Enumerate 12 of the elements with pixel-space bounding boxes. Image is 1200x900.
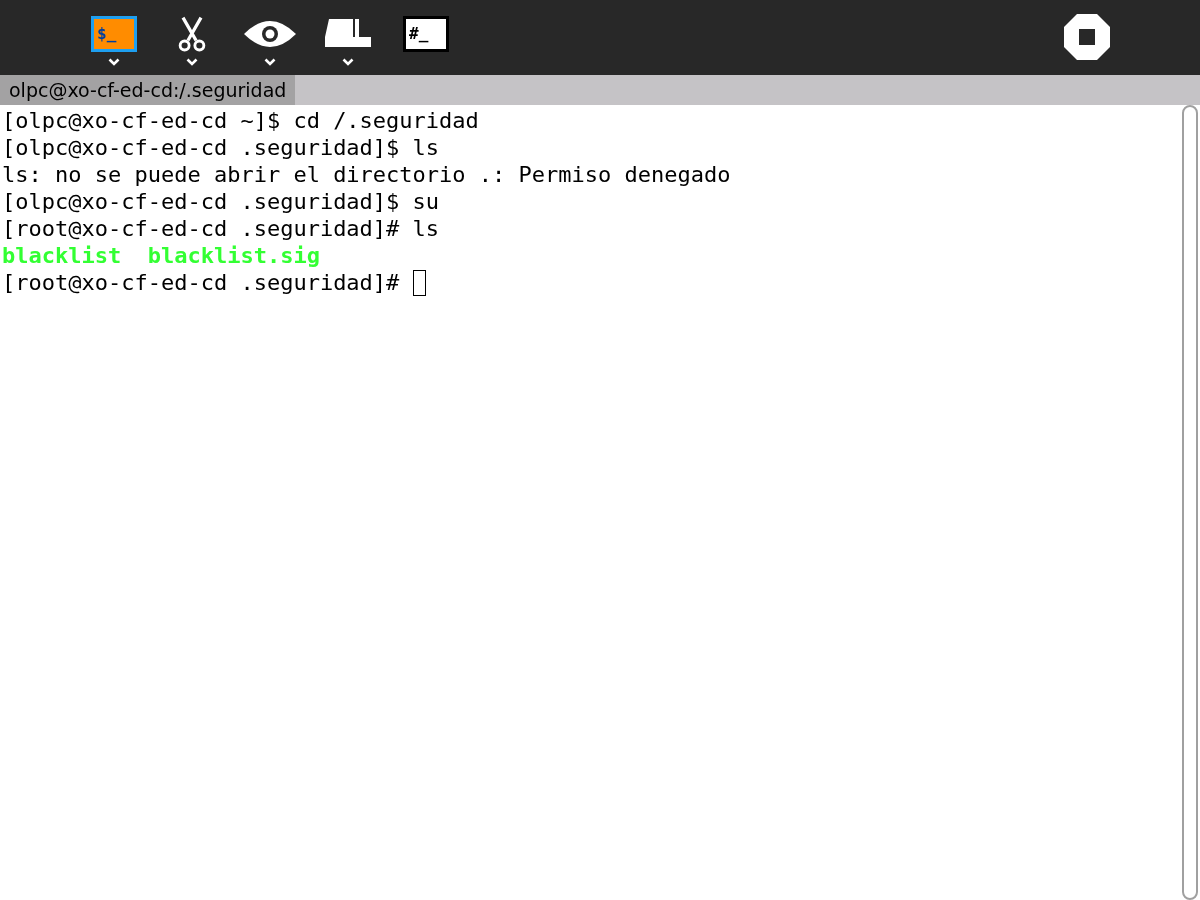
terminal-line: [olpc@xo-cf-ed-cd ~]$ cd /.seguridad (2, 107, 479, 134)
terminal-line: [root@xo-cf-ed-cd .seguridad]# (2, 269, 401, 296)
terminal-line: [olpc@xo-cf-ed-cd .seguridad]$ su (2, 188, 440, 215)
terminal-line: blacklist blacklist.sig (2, 242, 320, 269)
terminal-tab[interactable]: olpc@xo-cf-ed-cd:/.seguridad (0, 75, 296, 105)
terminal-line: [olpc@xo-cf-ed-cd .seguridad]$ ls (2, 134, 440, 161)
terminal-icon[interactable]: #_ (403, 16, 449, 52)
scrollbar[interactable] (1182, 105, 1198, 900)
terminal-line: ls: no se puede abrir el directorio .: Permiso denegado (2, 161, 731, 188)
stop-icon[interactable] (1064, 14, 1110, 60)
terminal-line: [root@xo-cf-ed-cd .seguridad]# ls (2, 215, 440, 242)
terminal-activity-icon[interactable]: $_ (91, 16, 137, 52)
